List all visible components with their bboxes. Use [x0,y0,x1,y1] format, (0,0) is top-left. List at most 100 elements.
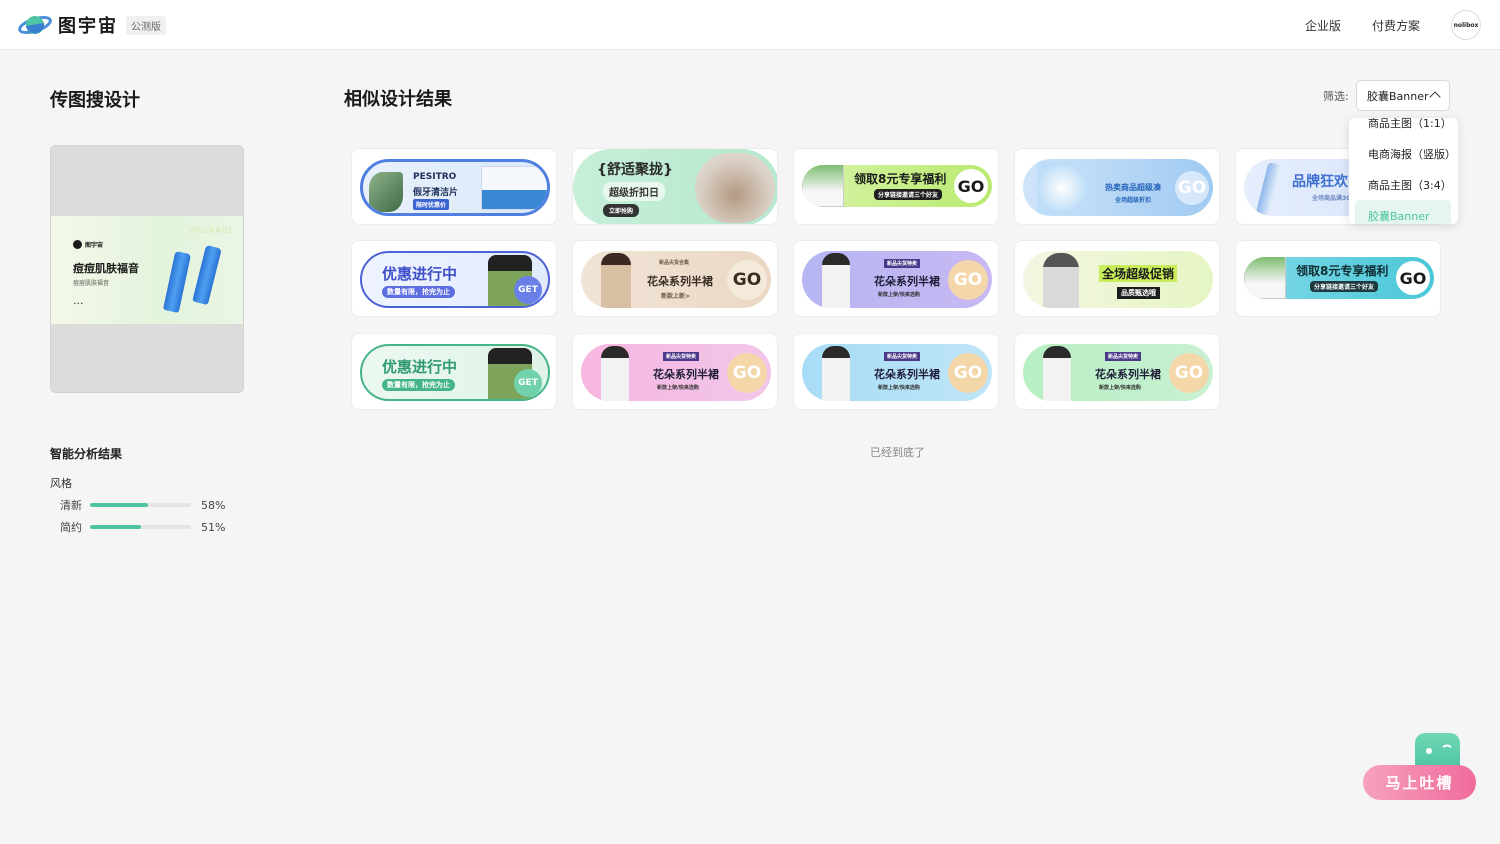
style-percent: 58% [201,498,226,512]
banner-pill: 领取8元专享福利 分享链接邀请三个好友 GO [1244,257,1434,299]
progress-track [90,525,191,529]
card-title: 花朵系列半裙 [653,368,719,381]
go-button: GO [727,352,767,393]
go-button: GO [948,352,988,393]
card-title: 品牌狂欢 [1292,174,1348,190]
card-subtitle: 分享链接邀请三个好友 [874,189,943,200]
result-card[interactable]: 新品尖货特卖 花朵系列半裙 新款上架/快来选购 GO [793,240,999,317]
go-button: GO [1169,352,1209,393]
logo-text: 图宇宙 [58,16,118,37]
banner-pill: {舒适聚拢} 超级折扣日 立即抢购 [573,149,777,224]
card-tag: 新品尖货特卖 [884,352,921,361]
go-button: GO [727,259,767,300]
preview-headline: 痘痘肌肤福音 [73,262,139,275]
dropdown-option-capsule-banner[interactable]: 胶囊Banner [1368,208,1430,224]
card-subtitle: 新款上架/快来选购 [878,292,920,298]
result-card[interactable]: 全场超级促销 品质甄选哦 [1014,240,1220,317]
mascot-icon [1415,733,1460,769]
bottle-image [162,250,192,314]
get-button: GET [514,369,542,397]
nav-pricing[interactable]: 付费方案 [1372,17,1420,34]
logo[interactable]: 图宇宙 公测版 [18,11,166,39]
result-card[interactable]: 新品尖货合集 花朵系列半裙 新款上新> GO [572,240,778,317]
result-card[interactable]: {舒适聚拢} 超级折扣日 立即抢购 [572,148,778,225]
go-button: GO [1175,170,1209,205]
card-tag: 限时优惠价 [413,199,450,210]
card-subtitle: 品质甄选哦 [1117,287,1160,299]
dropdown-option-poster-vertical[interactable]: 电商海报（竖版） [1368,146,1456,162]
result-card[interactable]: PESITRO 假牙清洁片 限时优惠价 [351,148,557,225]
filter-label: 筛选: [1323,90,1349,103]
card-subtitle: 数量有限，抢完为止 [382,379,455,391]
banner-pill: 热卖商品超级凑 全场超级折扣 GO [1023,159,1213,216]
card-subtitle: 新款上架/快来选购 [1099,385,1141,391]
card-title: 花朵系列半裙 [874,368,940,381]
banner-pill: PESITRO 假牙清洁片 限时优惠价 [360,159,550,216]
card-tag: 新品尖货合集 [659,260,690,266]
filter-value: 胶囊Banner [1367,89,1429,103]
dropdown-option-main-3x4[interactable]: 商品主图（3:4） [1368,177,1452,193]
result-card[interactable]: 领取8元专享福利 分享链接邀请三个好友 GO [793,148,999,225]
product-box-image [481,166,547,210]
avatar[interactable]: nolibox [1451,10,1481,40]
style-percent: 51% [201,520,226,534]
feedback-button[interactable]: 马上吐槽 [1363,730,1477,802]
preview-watermark: UPGRADE [189,226,235,235]
chevron-up-icon [1429,91,1441,103]
preview-brand: 图宇宙 [73,240,103,249]
go-button: GO [954,169,988,203]
analysis-title: 智能分析结果 [50,447,123,461]
model-photo [822,253,850,308]
card-title: 花朵系列半裙 [874,275,940,288]
result-card[interactable]: 热卖商品超级凑 全场超级折扣 GO [1014,148,1220,225]
bottle-image [192,244,222,306]
product-box-image [1244,257,1286,299]
card-title: 花朵系列半裙 [1095,368,1161,381]
tube-image [1255,162,1283,216]
result-card[interactable]: 新品尖货特卖 花朵系列半裙 新款上架/快来选购 GO [1014,333,1220,410]
result-card[interactable]: 优惠进行中 数量有限，抢完为止 GET [351,333,557,410]
card-tag: 立即抢购 [603,204,640,217]
card-title: 领取8元专享福利 [1296,264,1389,278]
nav-enterprise[interactable]: 企业版 [1305,17,1341,34]
model-photo [601,253,631,308]
banner-pill: 全场超级促销 品质甄选哦 [1023,251,1213,308]
progress-fill [90,525,141,529]
model-photo [1043,346,1071,401]
result-card[interactable]: 领取8元专享福利 分享链接邀请三个好友 GO [1235,240,1441,317]
card-title: 领取8元专享福利 [854,172,947,186]
leaf-image [369,172,403,212]
result-card[interactable]: 新品尖货特卖 花朵系列半裙 新款上架/快来选购 GO [572,333,778,410]
card-subtitle: 新款上新> [661,293,691,300]
end-of-list-text: 已经到底了 [870,446,925,459]
card-subtitle: 新款上架/快来选购 [878,385,920,391]
model-photo [601,346,629,401]
preview-ellipsis: ... [73,294,84,307]
beta-badge: 公测版 [126,15,166,35]
splash-bottle-image [1037,161,1087,215]
card-title: 优惠进行中 [382,265,458,283]
banner-pill: 新品尖货特卖 花朵系列半裙 新款上架/快来选购 GO [802,251,992,308]
progress-track [90,503,191,507]
model-photo [822,346,850,401]
card-subtitle: 全场超级折扣 [1115,197,1152,204]
result-card[interactable]: 优惠进行中 数量有限，抢完为止 GET [351,240,557,317]
banner-pill: 新品尖货特卖 花朵系列半裙 新款上架/快来选购 GO [802,344,992,401]
filter-select[interactable]: 胶囊Banner [1356,80,1450,111]
get-button: GET [514,276,542,304]
result-card[interactable]: 新品尖货特卖 花朵系列半裙 新款上架/快来选购 GO [793,333,999,410]
banner-pill: 新品尖货合集 花朵系列半裙 新款上新> GO [581,251,771,308]
dropdown-option-main-1x1[interactable]: 商品主图（1:1） [1368,118,1452,131]
brand-dot-icon [73,240,82,249]
card-title: 花朵系列半裙 [647,275,713,288]
uploaded-image-preview[interactable]: UPGRADE 图宇宙 痘痘肌肤福音 痘痘肌肤福音 ... [50,145,244,393]
card-tag: 新品尖货特卖 [1105,352,1142,361]
planet-logo-icon [18,11,52,39]
results-title: 相似设计结果 [344,89,452,110]
banner-pill: 领取8元专享福利 分享链接邀请三个好友 GO [802,165,992,207]
go-button: GO [1396,261,1430,295]
style-label: 风格 [50,477,72,490]
product-box-image [802,165,844,207]
card-title: {舒适聚拢} [597,162,673,178]
filter-dropdown: 商品主图（1:1） 电商海报（竖版） 商品主图（3:4） 胶囊Banner [1349,118,1458,224]
